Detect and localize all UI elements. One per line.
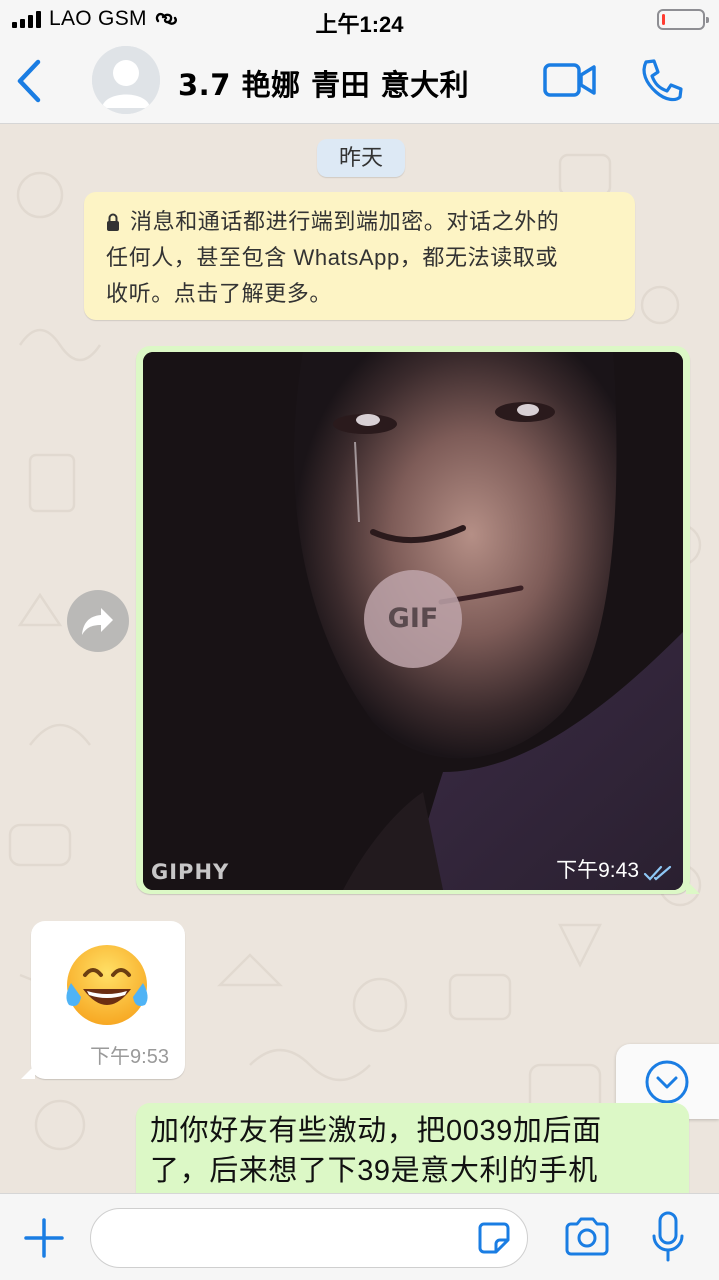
encryption-notice[interactable]: 消息和通话都进行端到端加密。对话之外的 任何人，甚至包含 WhatsApp，都无… xyxy=(84,192,635,320)
date-separator: 昨天 xyxy=(317,139,405,177)
plus-icon[interactable] xyxy=(22,1216,66,1260)
chat-header: 3.7 艳娜 青田 意大利 xyxy=(0,40,719,124)
text-message-line-2: 了，后来想了下39是意大利的手机 xyxy=(150,1155,598,1187)
microphone-icon[interactable] xyxy=(650,1210,686,1264)
message-input-bar xyxy=(0,1193,719,1280)
text-message-bubble[interactable]: 加你好友有些激动，把0039加后面 了，后来想了下39是意大利的手机 xyxy=(136,1103,689,1193)
text-message-line-1: 加你好友有些激动，把0039加后面 xyxy=(150,1115,602,1147)
gif-preview-image[interactable]: GIF GIPHY 下午9:43 xyxy=(143,352,683,890)
gif-message-bubble[interactable]: GIF GIPHY 下午9:43 xyxy=(136,346,700,894)
status-bar: LAO GSM 上午1:24 xyxy=(0,0,719,40)
contact-name[interactable]: 3.7 艳娜 青田 意大利 xyxy=(178,62,469,104)
encryption-notice-text-3: 收听。点击了解更多。 xyxy=(106,281,333,306)
message-text-input[interactable] xyxy=(90,1208,528,1268)
battery-level xyxy=(662,14,665,25)
sticker-icon[interactable] xyxy=(474,1218,514,1258)
encryption-notice-text-1: 消息和通话都进行端到端加密。对话之外的 xyxy=(130,209,560,234)
read-receipt-icon xyxy=(643,865,672,881)
default-avatar-icon xyxy=(92,46,160,114)
lock-icon xyxy=(107,213,119,231)
encryption-notice-line-1: 消息和通话都进行端到端加密。对话之外的 xyxy=(106,204,617,240)
message-timestamp: 下午9:43 xyxy=(556,859,639,882)
forward-arrow-icon xyxy=(82,608,113,635)
battery-icon xyxy=(657,9,709,30)
video-call-icon[interactable] xyxy=(542,60,598,102)
chat-area[interactable]: 昨天 消息和通话都进行端到端加密。对话之外的 任何人，甚至包含 WhatsApp… xyxy=(0,125,719,1193)
voice-call-icon[interactable] xyxy=(636,56,686,106)
emoji-message-bubble[interactable]: 下午9:53 xyxy=(21,921,185,1079)
gif-play-button[interactable]: GIF xyxy=(364,570,462,668)
message-timestamp: 下午9:53 xyxy=(90,1046,169,1068)
back-chevron-icon[interactable] xyxy=(10,56,50,106)
contact-avatar[interactable] xyxy=(92,46,160,114)
giphy-attribution: GIPHY xyxy=(151,860,230,884)
status-time: 上午1:24 xyxy=(315,12,404,37)
chevron-down-circle-icon xyxy=(645,1060,689,1104)
forward-button[interactable] xyxy=(67,590,129,652)
encryption-notice-text-2: 任何人，甚至包含 WhatsApp，都无法读取或 xyxy=(106,245,559,270)
camera-icon[interactable] xyxy=(563,1216,611,1258)
tears-of-joy-emoji-icon xyxy=(66,945,148,1025)
